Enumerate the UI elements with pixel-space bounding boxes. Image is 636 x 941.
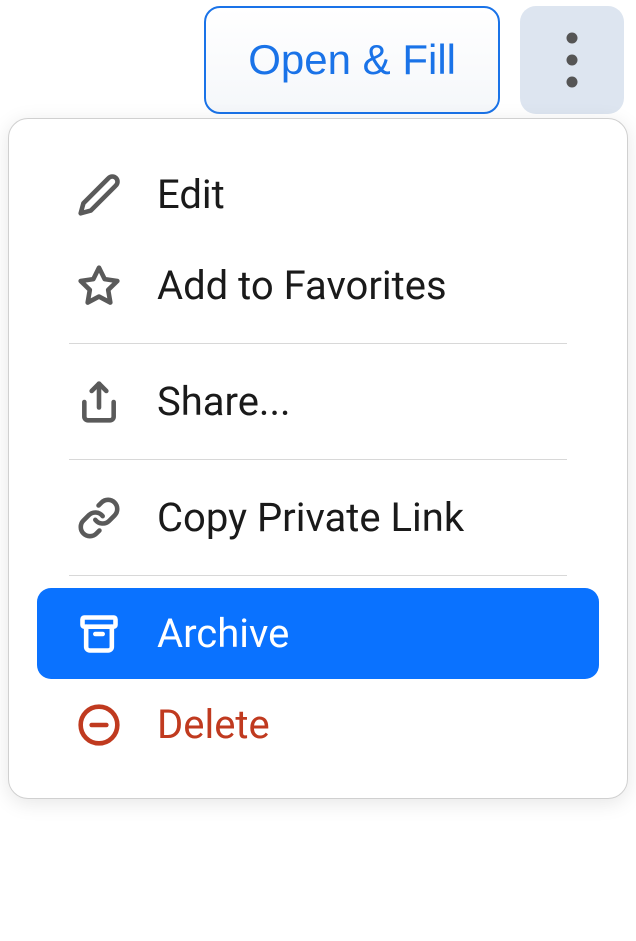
more-options-button[interactable] — [520, 6, 624, 114]
menu-item-copy-link[interactable]: Copy Private Link — [37, 472, 599, 563]
menu-item-edit[interactable]: Edit — [37, 149, 599, 240]
divider — [69, 459, 567, 460]
link-icon — [77, 496, 121, 540]
delete-icon — [77, 703, 121, 747]
dropdown-menu: Edit Add to Favorites Share... Co — [8, 118, 628, 799]
menu-item-label: Copy Private Link — [157, 494, 464, 541]
divider — [69, 575, 567, 576]
star-icon — [77, 264, 121, 308]
toolbar: Open & Fill — [0, 0, 636, 114]
more-vertical-icon — [566, 32, 578, 88]
menu-item-label: Delete — [157, 701, 270, 748]
menu-item-label: Share... — [157, 378, 291, 425]
menu-item-label: Edit — [157, 171, 225, 218]
menu-item-share[interactable]: Share... — [37, 356, 599, 447]
open-and-fill-button[interactable]: Open & Fill — [204, 6, 500, 114]
share-icon — [77, 380, 121, 424]
archive-icon — [77, 612, 121, 656]
menu-item-archive[interactable]: Archive — [37, 588, 599, 679]
menu-item-favorites[interactable]: Add to Favorites — [37, 240, 599, 331]
menu-item-label: Archive — [157, 610, 289, 657]
menu-item-label: Add to Favorites — [157, 262, 447, 309]
menu-item-delete[interactable]: Delete — [37, 679, 599, 770]
pencil-icon — [77, 173, 121, 217]
divider — [69, 343, 567, 344]
